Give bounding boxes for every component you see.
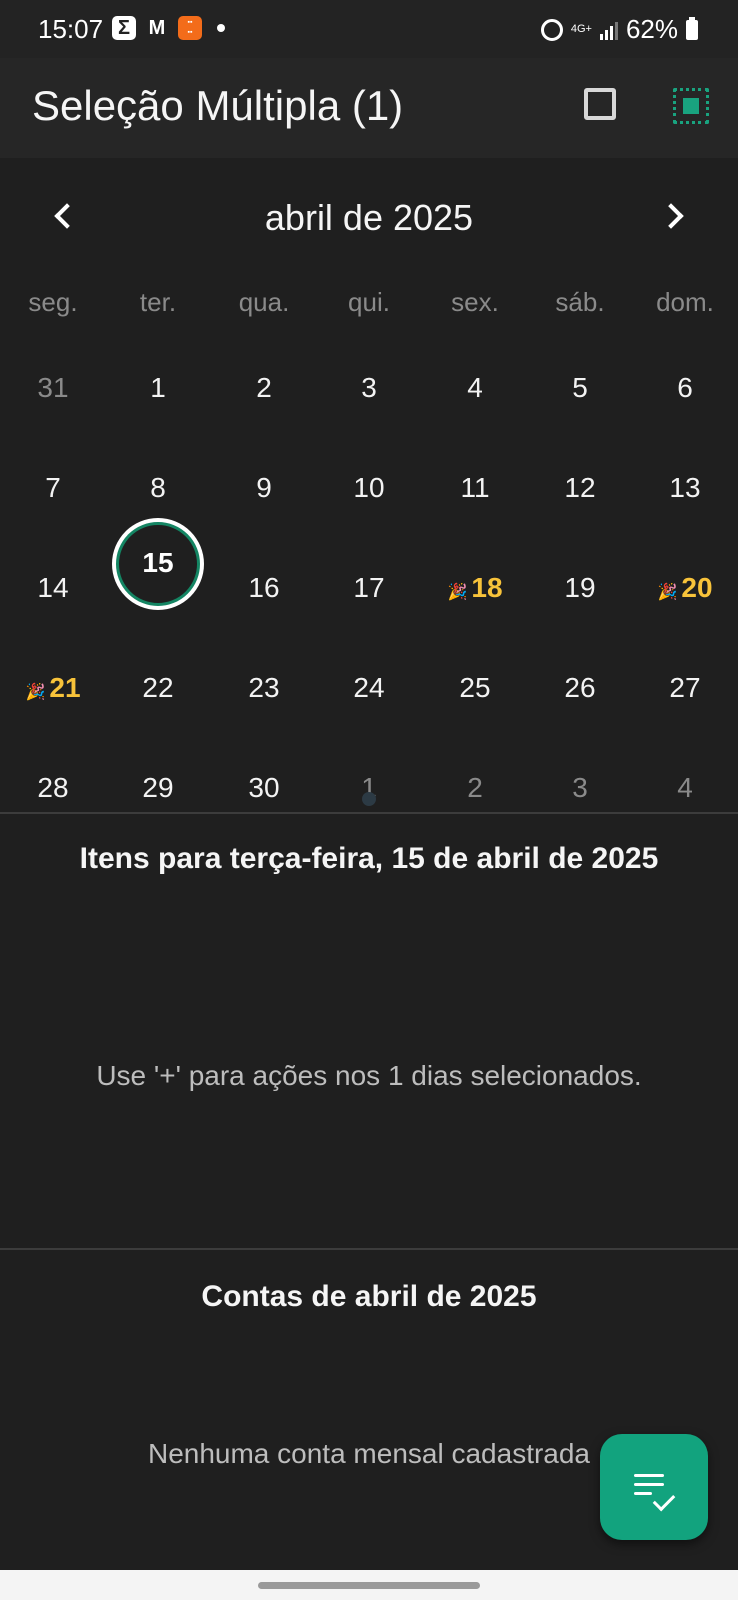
system-nav-bar <box>0 1570 738 1600</box>
weekday-label: seg. <box>28 287 78 317</box>
calendar-day[interactable]: 4 <box>632 772 738 804</box>
alarm-icon <box>540 18 563 41</box>
calendar-day-holiday[interactable]: 🎉 21 <box>0 672 106 704</box>
weekday-label: ter. <box>139 287 177 317</box>
calendar-day[interactable]: 3 <box>527 772 633 804</box>
temu-icon: ▪▪ ▪▪ <box>178 16 202 40</box>
month-title: abril de 2025 <box>264 197 474 238</box>
calendar-day[interactable]: 5 <box>527 372 633 404</box>
divider <box>0 812 738 814</box>
day-items-title: Itens para terça-feira, 15 de abril de 2… <box>79 842 659 875</box>
weekday-label: dom. <box>656 287 714 317</box>
calendar-day[interactable]: 8 <box>105 472 211 504</box>
selected-day-number: 15 <box>142 547 174 578</box>
battery-percent: 62% <box>625 14 678 44</box>
notification-dot-icon <box>217 24 225 32</box>
calendar-day-holiday[interactable]: 🎉 20 <box>632 572 738 604</box>
selected-day[interactable]: 15 <box>112 518 204 610</box>
calendar-day[interactable]: 26 <box>527 672 633 704</box>
calendar-day[interactable]: 19 <box>527 572 633 604</box>
calendar-day-holiday[interactable]: 🎉 18 <box>422 572 528 604</box>
calendar-day[interactable]: 7 <box>0 472 106 504</box>
status-time: 15:07 <box>38 14 104 44</box>
holiday-day-number: 20 <box>681 572 713 603</box>
holiday-day-number: 18 <box>471 572 503 603</box>
network-type: 4G+ <box>570 23 592 35</box>
square-icon[interactable] <box>584 88 616 120</box>
day-items-message: Use '+' para ações nos 1 dias selecionad… <box>96 1060 642 1091</box>
calendar-day[interactable]: 10 <box>316 472 422 504</box>
calendar-day[interactable]: 6 <box>632 372 738 404</box>
weekday-label: sáb. <box>555 287 605 317</box>
calendar-day[interactable]: 1 <box>105 372 211 404</box>
calendar-day[interactable]: 27 <box>632 672 738 704</box>
calendar-day[interactable]: 4 <box>422 372 528 404</box>
holiday-day-number: 21 <box>49 672 81 703</box>
calendar-day[interactable]: 16 <box>211 572 317 604</box>
calendar-day[interactable]: 25 <box>422 672 528 704</box>
battery-icon <box>686 16 698 40</box>
calendar-day[interactable]: 23 <box>211 672 317 704</box>
calendar-day[interactable]: 9 <box>211 472 317 504</box>
calendar-day[interactable]: 24 <box>316 672 422 704</box>
status-bar: 15:07 Σ M ▪▪ ▪▪ 4G+ 62% <box>0 0 738 58</box>
calendar-day[interactable]: 28 <box>0 772 106 804</box>
playlist-check-button[interactable] <box>600 1434 708 1540</box>
calendar-day[interactable]: 17 <box>316 572 422 604</box>
calendar-day[interactable]: 11 <box>422 472 528 504</box>
calendar-day[interactable]: 22 <box>105 672 211 704</box>
home-handle[interactable] <box>258 1582 480 1589</box>
calendar-day[interactable]: 2 <box>422 772 528 804</box>
status-right: 4G+ 62% <box>540 14 698 45</box>
calendar-day[interactable]: 14 <box>0 572 106 604</box>
calendar-day[interactable]: 2 <box>211 372 317 404</box>
party-popper-icon: 🎉 <box>25 684 46 701</box>
accounts-title: Contas de abril de 2025 <box>201 1280 537 1313</box>
app-bar: Seleção Múltipla (1) <box>0 58 738 158</box>
calendar-day[interactable]: 30 <box>211 772 317 804</box>
calendar-day[interactable]: 3 <box>316 372 422 404</box>
gmail-icon: M <box>148 17 166 39</box>
sigma-icon: Σ <box>112 16 136 40</box>
party-popper-icon: 🎉 <box>657 584 678 601</box>
weekday-label: sex. <box>451 287 499 317</box>
calendar-day[interactable]: 31 <box>0 372 106 404</box>
weekday-row: seg. ter. qua. qui. sex. sáb. dom. <box>0 283 738 317</box>
selected-day-ring: 15 <box>116 522 200 606</box>
weekday-label: qua. <box>238 287 290 317</box>
weekday-label: qui. <box>348 287 390 317</box>
party-popper-icon: 🎉 <box>447 584 468 601</box>
calendar-day[interactable]: 13 <box>632 472 738 504</box>
calendar-day[interactable]: 29 <box>105 772 211 804</box>
select-all-icon[interactable] <box>673 88 709 124</box>
divider <box>0 1248 738 1250</box>
calendar-header: abril de 2025 <box>0 185 738 255</box>
page-title: Seleção Múltipla (1) <box>32 82 404 129</box>
signal-icon <box>599 20 618 40</box>
event-marker <box>362 792 376 806</box>
calendar-day[interactable]: 12 <box>527 472 633 504</box>
